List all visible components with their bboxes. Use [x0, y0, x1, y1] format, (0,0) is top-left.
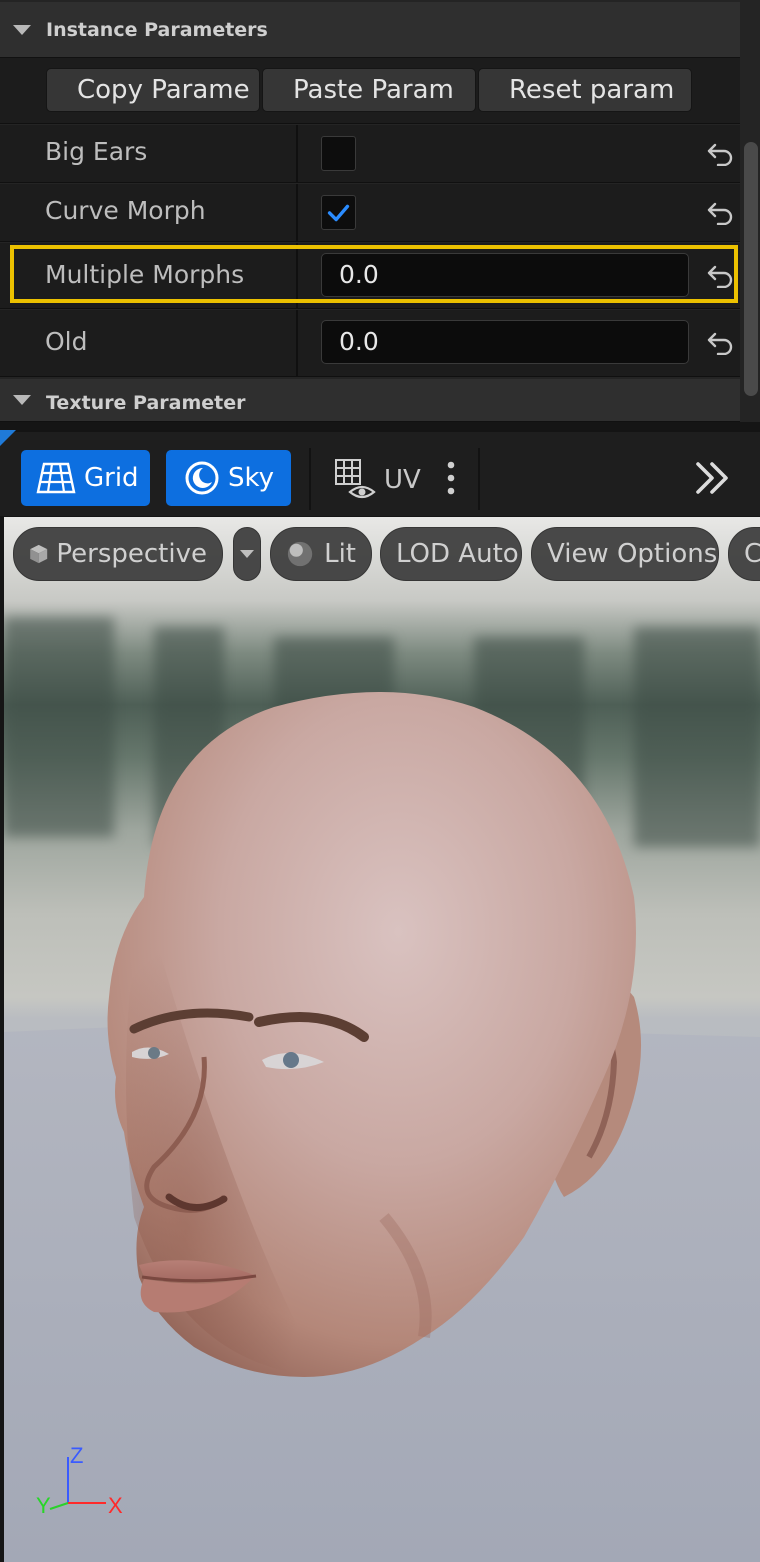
reset-parameters-button[interactable]: Reset param	[478, 68, 692, 112]
section-title: Texture Parameter	[46, 392, 246, 414]
grid-icon	[36, 462, 76, 494]
uv-grid-eye-icon	[335, 459, 376, 499]
sky-label: Sky	[228, 463, 275, 493]
param-row-old: Old 0.0	[0, 310, 740, 377]
reset-to-default-icon[interactable]	[706, 201, 734, 225]
multiple-morphs-value-field[interactable]: 0.0	[321, 253, 689, 297]
param-name: Old	[45, 327, 88, 356]
reset-to-default-icon[interactable]	[706, 264, 734, 288]
grid-label: Grid	[84, 463, 139, 493]
perspective-dropdown-button[interactable]	[233, 527, 261, 581]
instance-parameters-header[interactable]: Instance Parameters	[0, 2, 740, 58]
viewport-corner-marker	[0, 430, 16, 446]
chevron-double-right-icon[interactable]	[692, 460, 732, 496]
copy-parameters-button[interactable]: Copy Parame	[46, 68, 260, 112]
grid-toggle-button[interactable]: Grid	[21, 450, 150, 506]
toolbar-separator	[478, 448, 480, 510]
section-title: Instance Parameters	[46, 18, 268, 41]
ground-plane	[4, 692, 760, 1562]
column-divider[interactable]	[296, 243, 298, 308]
uv-label: UV	[384, 465, 421, 495]
column-divider[interactable]	[296, 310, 298, 376]
chevron-down-icon	[240, 550, 254, 558]
texture-parameter-header[interactable]: Texture Parameter	[0, 379, 740, 422]
big-ears-checkbox[interactable]	[321, 136, 356, 171]
column-divider[interactable]	[296, 125, 298, 182]
cube-icon	[30, 544, 48, 564]
paste-parameters-button[interactable]: Paste Param	[262, 68, 476, 112]
lit-sphere-icon	[287, 541, 313, 567]
param-name: Big Ears	[45, 137, 148, 166]
3d-viewport[interactable]: Perspective Lit LOD Auto View Options C …	[4, 517, 760, 1562]
reset-to-default-icon[interactable]	[706, 142, 734, 166]
view-options-button[interactable]: View Options	[531, 527, 719, 581]
column-divider[interactable]	[296, 184, 298, 241]
collapse-triangle-icon[interactable]	[13, 24, 31, 35]
param-name: Multiple Morphs	[45, 260, 245, 289]
param-row-multiple-morphs: Multiple Morphs 0.0	[0, 243, 740, 309]
axis-x-label: X	[108, 1493, 123, 1518]
sky-toggle-button[interactable]: Sky	[166, 450, 291, 506]
checkmark-icon	[327, 204, 350, 222]
perspective-button[interactable]: Perspective	[13, 527, 223, 581]
collapse-triangle-icon[interactable]	[13, 395, 31, 405]
toolbar-separator	[309, 448, 311, 510]
axis-z-label: Z	[70, 1443, 83, 1468]
axis-y-label: Y	[36, 1493, 51, 1518]
lit-label: Lit	[324, 539, 356, 569]
param-name: Curve Morph	[45, 196, 206, 225]
lit-mode-button[interactable]: Lit	[270, 527, 372, 581]
lod-auto-button[interactable]: LOD Auto	[380, 527, 522, 581]
uv-view-button[interactable]: UV	[334, 456, 446, 504]
scrollbar-thumb[interactable]	[744, 142, 758, 396]
param-row-big-ears: Big Ears	[0, 125, 740, 183]
curve-morph-checkbox[interactable]	[321, 195, 356, 230]
details-panel: Instance Parameters Copy Parame Paste Pa…	[0, 0, 760, 422]
perspective-label: Perspective	[56, 539, 207, 569]
viewport-toolbar: Grid Sky UV	[0, 430, 760, 516]
old-value-field[interactable]: 0.0	[321, 320, 689, 364]
parameter-actions-row: Copy Parame Paste Param Reset param	[0, 58, 740, 124]
param-row-curve-morph: Curve Morph	[0, 184, 740, 242]
reset-to-default-icon[interactable]	[706, 331, 734, 355]
sky-icon	[185, 461, 219, 495]
more-options-icon[interactable]	[444, 460, 458, 496]
axis-gizmo: Z Y X	[36, 1443, 123, 1518]
